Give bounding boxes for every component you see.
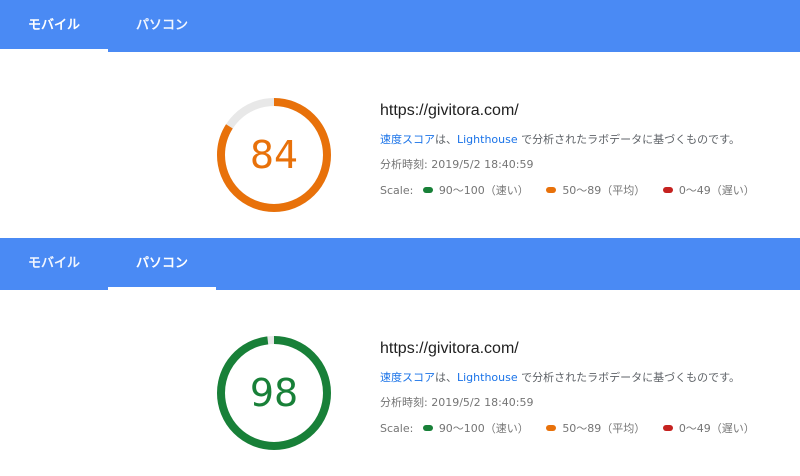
analyzed-url: https://givitora.com/: [380, 102, 519, 119]
tab-label: パソコン: [135, 256, 188, 271]
tab-mobile[interactable]: モバイル: [0, 238, 108, 290]
scale-average-label: 50〜89（平均）: [562, 422, 646, 435]
description-text: は、: [435, 371, 457, 384]
score-panel: 98 https://givitora.com/ 速度スコアは、Lighthou…: [0, 290, 800, 476]
analysis-timestamp: 分析時刻: 2019/5/2 18:40:59: [380, 158, 534, 171]
speed-score-link[interactable]: 速度スコア: [380, 371, 435, 384]
score-info: https://givitora.com/ 速度スコアは、Lighthouse …: [380, 100, 790, 200]
description-text: で分析されたラボデータに基づくものです。: [517, 371, 741, 384]
description-text: で分析されたラボデータに基づくものです。: [517, 133, 741, 146]
analysis-timestamp: 分析時刻: 2019/5/2 18:40:59: [380, 396, 534, 409]
tab-label: モバイル: [27, 18, 80, 33]
scale-average: 50〜89（平均）: [546, 184, 645, 197]
scale-slow: 0〜49（遅い）: [662, 184, 755, 197]
slow-dot-icon: [662, 187, 673, 193]
tab-bar: モバイル パソコン: [0, 0, 800, 52]
slow-dot-icon: [662, 425, 673, 431]
scale-slow: 0〜49（遅い）: [662, 422, 755, 435]
tab-desktop[interactable]: パソコン: [108, 0, 216, 52]
score-gauge: 98: [214, 333, 334, 453]
fast-dot-icon: [422, 425, 433, 431]
fast-dot-icon: [422, 187, 433, 193]
lighthouse-link[interactable]: Lighthouse: [457, 371, 518, 384]
scale-fast-label: 90〜100（速い）: [438, 184, 529, 197]
scale-average: 50〜89（平均）: [546, 422, 645, 435]
score-info: https://givitora.com/ 速度スコアは、Lighthouse …: [380, 338, 790, 438]
analyzed-url: https://givitora.com/: [380, 340, 519, 357]
average-dot-icon: [546, 425, 557, 431]
tab-mobile[interactable]: モバイル: [0, 0, 108, 52]
speed-score-link[interactable]: 速度スコア: [380, 133, 435, 146]
scale-fast-label: 90〜100（速い）: [438, 422, 529, 435]
scale-fast: 90〜100（速い）: [422, 422, 529, 435]
tab-desktop[interactable]: パソコン: [108, 238, 216, 290]
description-text: は、: [435, 133, 457, 146]
scale-label: Scale:: [380, 184, 414, 197]
scale-label: Scale:: [380, 422, 414, 435]
score-description: 速度スコアは、Lighthouse で分析されたラボデータに基づくものです。: [380, 369, 790, 387]
performance-score: 98: [249, 371, 299, 415]
scale-slow-label: 0〜49（遅い）: [678, 422, 755, 435]
score-panel: 84 https://givitora.com/ 速度スコアは、Lighthou…: [0, 52, 800, 238]
lighthouse-link[interactable]: Lighthouse: [457, 133, 518, 146]
tab-label: パソコン: [135, 18, 188, 33]
score-gauge: 84: [214, 95, 334, 215]
score-description: 速度スコアは、Lighthouse で分析されたラボデータに基づくものです。: [380, 131, 790, 149]
score-scale-legend: Scale: 90〜100（速い） 50〜89（平均） 0〜49（遅い）: [380, 182, 790, 200]
average-dot-icon: [546, 187, 557, 193]
tab-bar: モバイル パソコン: [0, 238, 800, 290]
tab-label: モバイル: [27, 256, 80, 271]
scale-slow-label: 0〜49（遅い）: [678, 184, 755, 197]
scale-fast: 90〜100（速い）: [422, 184, 529, 197]
performance-score: 84: [249, 133, 299, 177]
scale-average-label: 50〜89（平均）: [562, 184, 646, 197]
score-scale-legend: Scale: 90〜100（速い） 50〜89（平均） 0〜49（遅い）: [380, 420, 790, 438]
